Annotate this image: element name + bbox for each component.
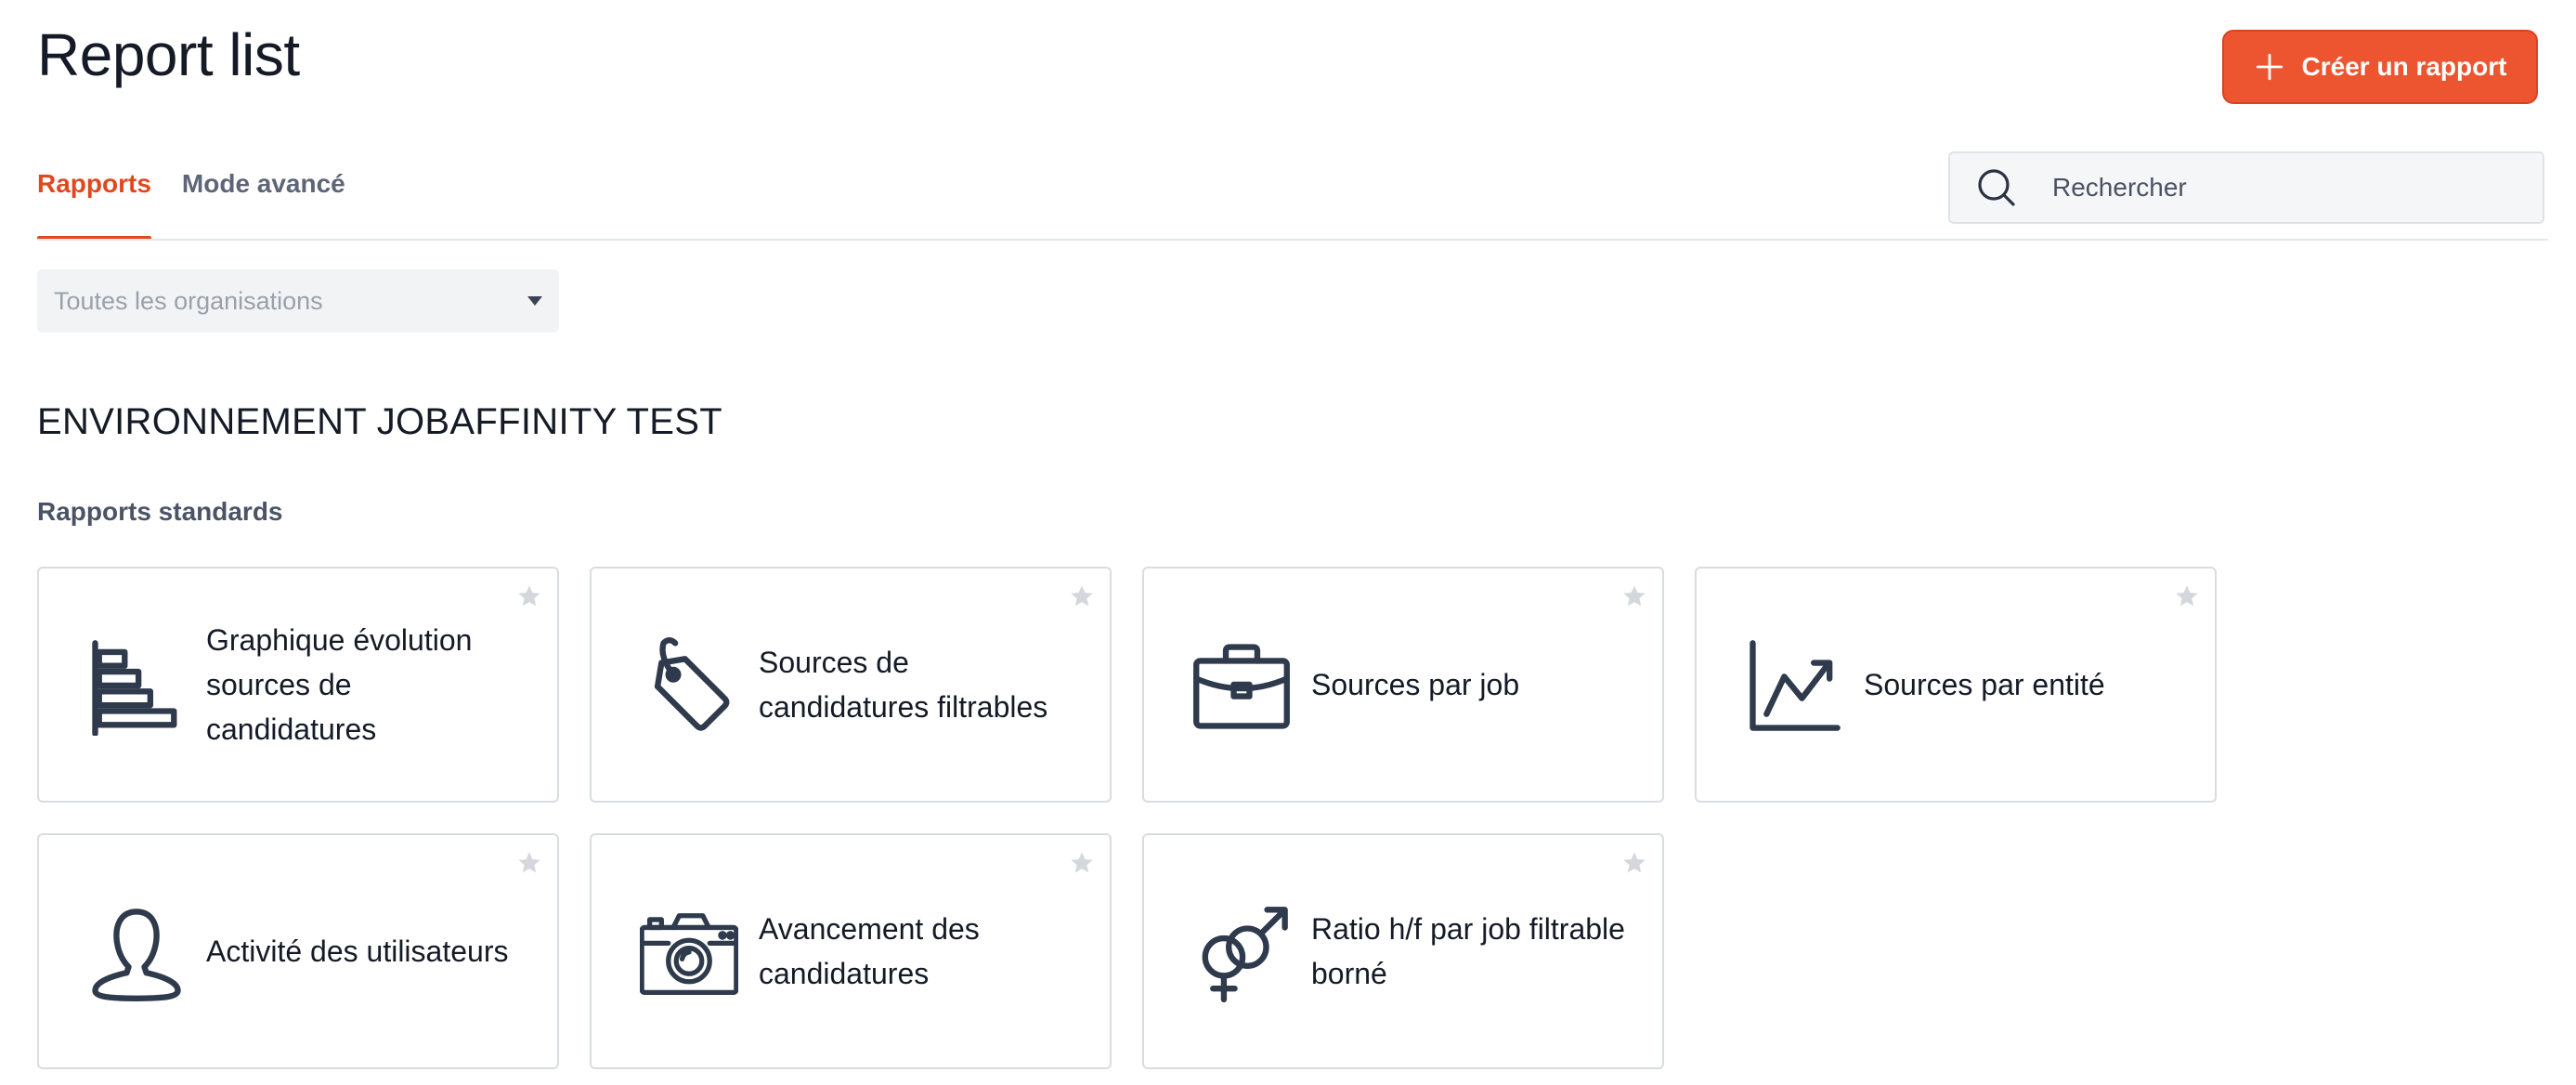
organization-select-value: Toutes les organisations [54, 286, 323, 315]
briefcase-icon [1192, 637, 1291, 736]
report-card-graphique-evolution[interactable]: Graphique évolution sources de candidatu… [37, 567, 559, 803]
report-card-label: Sources par job [1311, 668, 1520, 701]
tab-mode-avance[interactable]: Mode avancé [182, 169, 345, 240]
report-card-sources-par-job[interactable]: Sources par job [1142, 567, 1664, 803]
report-card-label: Avancement des candidatures [759, 912, 980, 990]
create-report-button[interactable]: Créer un rapport [2222, 30, 2538, 104]
report-card-label: Graphique évolution sources de candidatu… [206, 623, 473, 746]
report-card-label: Activité des utilisateurs [206, 935, 509, 968]
tab-rapports[interactable]: Rapports [37, 169, 151, 240]
tag-icon [640, 637, 738, 736]
report-card-sources-filtrables[interactable]: Sources de candidatures filtrables [590, 567, 1112, 803]
report-list-page: Report list Créer un rapport Rapports Mo… [0, 0, 2576, 1085]
plus-icon [2256, 53, 2283, 81]
bar-chart-horizontal-icon [87, 637, 186, 738]
gender-icon [1192, 904, 1291, 1002]
search-box[interactable] [1948, 151, 2544, 224]
report-card-label: Sources par entité [1864, 668, 2105, 701]
line-chart-icon [1745, 637, 1843, 736]
organization-select[interactable]: Toutes les organisations [37, 269, 559, 333]
create-report-label: Créer un rapport [2301, 52, 2507, 81]
tabs-divider [37, 239, 2548, 241]
report-card-sources-par-entite[interactable]: Sources par entité [1695, 567, 2217, 803]
report-card-avancement-candidatures[interactable]: Avancement des candidatures [590, 833, 1112, 1069]
search-input[interactable] [2052, 173, 2517, 203]
report-card-ratio-hf[interactable]: Ratio h/f par job filtrable borné [1142, 833, 1664, 1069]
subsection-title: Rapports standards [37, 497, 283, 526]
report-card-label: Sources de candidatures filtrables [759, 646, 1048, 724]
report-tabs: Rapports Mode avancé [37, 169, 345, 240]
chevron-down-icon [527, 296, 542, 306]
camera-icon [639, 904, 739, 1002]
report-card-activite-utilisateurs[interactable]: Activité des utilisateurs [37, 833, 559, 1069]
user-icon [87, 904, 186, 1002]
report-card-label: Ratio h/f par job filtrable borné [1311, 912, 1625, 990]
page-title: Report list [37, 21, 300, 88]
section-title: ENVIRONNEMENT JOBAFFINITY TEST [37, 401, 722, 442]
search-icon [1978, 169, 2015, 206]
